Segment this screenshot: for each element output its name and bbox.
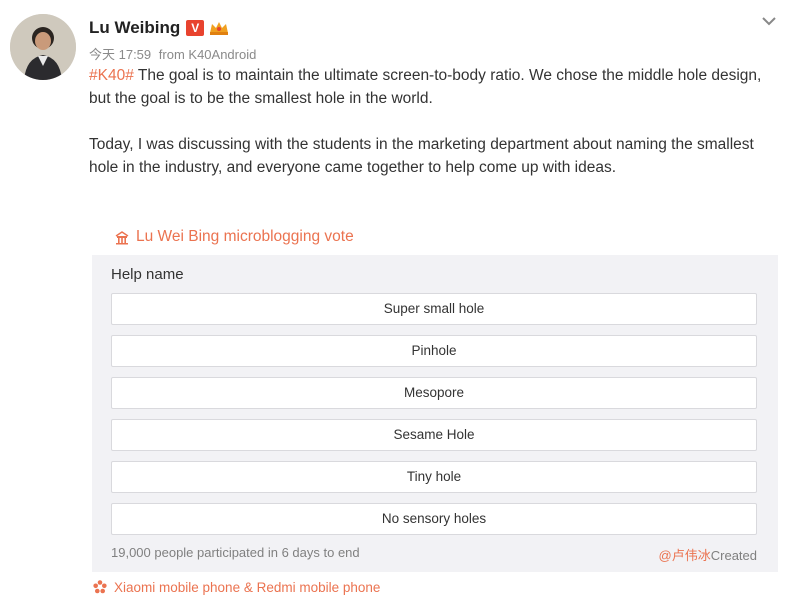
post-source-device: from K40Android <box>158 47 257 62</box>
vote-link[interactable]: Lu Wei Bing microblogging vote <box>114 228 354 246</box>
post-paragraph-text: The goal is to maintain the ultimate scr… <box>89 67 762 107</box>
vote-option[interactable]: Super small hole <box>111 293 757 325</box>
creator-mention[interactable]: @卢伟冰 <box>659 548 711 563</box>
vote-icon <box>114 229 130 245</box>
post-meta: 今天 17:59 from K40Android <box>89 44 256 63</box>
hashtag-link[interactable]: #K40# <box>89 67 134 84</box>
vote-creator: @卢伟冰Created <box>659 545 757 564</box>
crown-icon <box>208 20 230 36</box>
vote-title: Help name <box>111 266 184 283</box>
post-paragraph: Today, I was discussing with the student… <box>89 136 754 176</box>
vote-option[interactable]: Tiny hole <box>111 461 757 493</box>
author-name[interactable]: Lu Weibing <box>89 18 180 38</box>
flower-icon <box>92 579 108 595</box>
author-row: Lu Weibing V <box>89 18 230 38</box>
post-time[interactable]: 今天 17:59 <box>89 47 151 62</box>
chevron-down-icon[interactable] <box>758 10 780 32</box>
vote-footer: 19,000 people participated in 6 days to … <box>111 545 757 564</box>
verified-badge: V <box>186 20 205 36</box>
weibo-post: Lu Weibing V 今天 17:59 from K40Android #K… <box>0 0 800 600</box>
source-label: Xiaomi mobile phone & Redmi mobile phone <box>114 579 381 595</box>
vote-card: Help name Super small hole Pinhole Mesop… <box>92 255 778 572</box>
vote-option[interactable]: Sesame Hole <box>111 419 757 451</box>
post-paragraph: #K40# The goal is to maintain the ultima… <box>89 64 769 110</box>
avatar[interactable] <box>10 14 76 80</box>
post-body: #K40# The goal is to maintain the ultima… <box>89 64 769 179</box>
participation-count: 19,000 people participated in 6 days to … <box>111 545 360 560</box>
vote-link-label: Lu Wei Bing microblogging vote <box>136 228 354 245</box>
vote-option[interactable]: No sensory holes <box>111 503 757 535</box>
vote-option[interactable]: Mesopore <box>111 377 757 409</box>
source-link[interactable]: Xiaomi mobile phone & Redmi mobile phone <box>92 579 380 595</box>
vote-option[interactable]: Pinhole <box>111 335 757 367</box>
creator-suffix: Created <box>710 548 757 563</box>
